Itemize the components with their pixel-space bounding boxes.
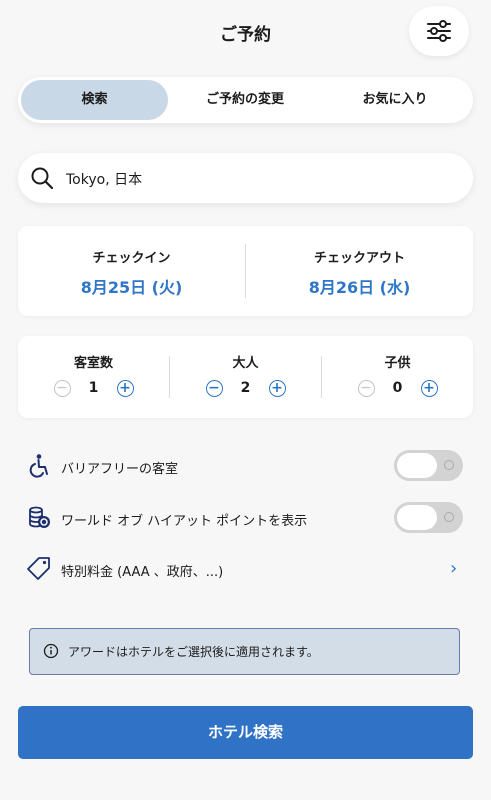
adults-plus-button[interactable]: +: [268, 379, 286, 397]
award-notice: アワードはホテルをご選択後に適用されます。: [29, 628, 460, 675]
info-icon: [43, 643, 59, 659]
checkin-date: 8月25日 (火): [80, 278, 183, 297]
children-stepper: 子供 − 0 +: [322, 336, 473, 418]
children-value: 0: [392, 380, 403, 396]
award-notice-text: アワードはホテルをご選択後に適用されます。: [68, 645, 319, 659]
tag-icon: [27, 557, 50, 580]
filter-button[interactable]: [409, 6, 469, 56]
wheelchair-icon: [29, 454, 48, 478]
checkout-date: 8月26日 (水): [308, 278, 411, 297]
accessible-room-label: バリアフリーの客室: [61, 462, 179, 477]
header: ご予約: [0, 0, 491, 62]
adults-value: 2: [240, 380, 251, 396]
show-points-option: ワールド オブ ハイアット ポイントを表示: [18, 498, 473, 538]
search-icon: [31, 167, 54, 190]
date-selector: チェックイン 8月25日 (火) チェックアウト 8月26日 (水): [18, 226, 473, 316]
destination-search-input[interactable]: Tokyo, 日本: [18, 153, 473, 203]
tab-favorites[interactable]: お気に入り: [320, 80, 470, 120]
sliders-icon: [427, 20, 451, 42]
guest-room-counts: 客室数 − 1 + 大人 − 2 + 子供 − 0 +: [18, 336, 473, 418]
adults-label: 大人: [232, 356, 259, 371]
checkin-label: チェックイン: [92, 251, 171, 266]
rooms-label: 客室数: [73, 356, 113, 371]
show-points-toggle[interactable]: [394, 502, 463, 533]
search-value: Tokyo, 日本: [66, 172, 143, 188]
adults-stepper: 大人 − 2 +: [170, 336, 321, 418]
rooms-minus-button[interactable]: −: [53, 379, 71, 397]
adults-minus-button[interactable]: −: [205, 379, 223, 397]
rooms-value: 1: [88, 380, 99, 396]
show-points-label: ワールド オブ ハイアット ポイントを表示: [61, 514, 308, 529]
accessible-room-option: バリアフリーの客室: [18, 446, 473, 486]
children-label: 子供: [384, 356, 411, 371]
tab-bar: 検索 ご予約の変更 お気に入り: [18, 77, 473, 123]
tab-search[interactable]: 検索: [21, 80, 168, 120]
coins-icon: [29, 506, 50, 528]
rooms-plus-button[interactable]: +: [116, 379, 134, 397]
chevron-right-icon: ›: [450, 558, 458, 579]
checkout-label: チェックアウト: [313, 251, 405, 266]
special-rates-option[interactable]: 特別料金 (AAA 、政府、...) ›: [18, 549, 473, 589]
children-plus-button[interactable]: +: [420, 379, 438, 397]
children-minus-button[interactable]: −: [357, 379, 375, 397]
rooms-stepper: 客室数 − 1 +: [18, 336, 169, 418]
accessible-room-toggle[interactable]: [394, 450, 463, 481]
special-rates-label: 特別料金 (AAA 、政府、...): [61, 565, 224, 580]
checkin-field[interactable]: チェックイン 8月25日 (火): [18, 226, 245, 316]
checkout-field[interactable]: チェックアウト 8月26日 (水): [246, 226, 473, 316]
tab-modify-reservation[interactable]: ご予約の変更: [170, 80, 320, 120]
hotel-search-button[interactable]: ホテル検索: [18, 706, 473, 759]
